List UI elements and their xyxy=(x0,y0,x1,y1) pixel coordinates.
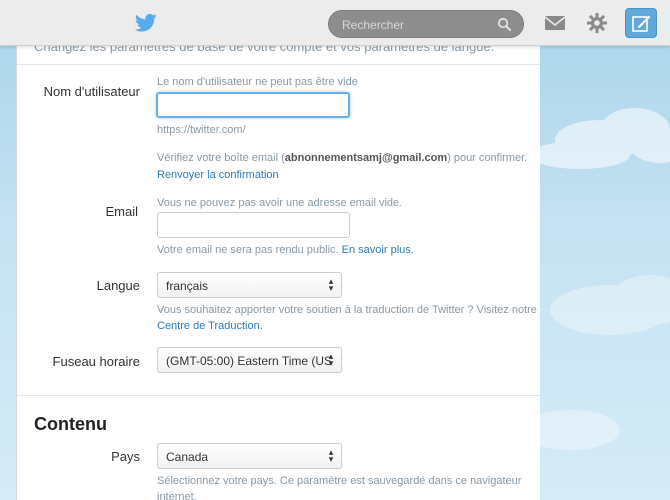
settings-gear-icon[interactable] xyxy=(586,12,608,34)
username-error: Le nom d'utilisateur ne peut pas être vi… xyxy=(157,76,358,88)
email-label: Email xyxy=(105,204,138,219)
country-help-text: Sélectionnez votre pays. Ce paramètre es… xyxy=(157,475,522,487)
search-box[interactable]: Rechercher xyxy=(328,10,524,38)
translation-help-text: Vous souhaitez apporter votre soutien à … xyxy=(157,304,537,316)
learn-more-link[interactable]: En savoir plus. xyxy=(342,244,414,256)
top-navigation-bar: Rechercher xyxy=(0,0,670,46)
search-icon[interactable] xyxy=(497,17,512,32)
divider xyxy=(17,395,541,396)
country-help-text-2: internet. xyxy=(157,491,197,500)
search-placeholder: Rechercher xyxy=(342,18,405,32)
compose-pen-icon xyxy=(632,15,651,32)
resend-confirmation-link[interactable]: Renvoyer la confirmation xyxy=(157,167,279,184)
timezone-label: Fuseau horaire xyxy=(52,354,140,369)
language-label: Langue xyxy=(96,278,140,293)
content-section-title: Contenu xyxy=(34,414,107,434)
email-input[interactable] xyxy=(157,212,350,238)
language-select[interactable]: français ▴ ▾ xyxy=(157,272,342,298)
divider xyxy=(17,64,541,65)
username-label: Nom d'utilisateur xyxy=(43,84,140,99)
country-select[interactable]: Canada ▴ ▾ xyxy=(157,443,342,469)
settings-panel: Changez les paramètres de base de votre … xyxy=(16,30,541,500)
username-url-hint: https://twitter.com/ xyxy=(157,124,246,136)
compose-tweet-button[interactable] xyxy=(625,8,657,38)
messages-envelope-icon[interactable] xyxy=(544,14,566,32)
email-privacy-note: Votre email ne sera pas rendu public. En… xyxy=(157,244,414,256)
twitter-bird-icon[interactable] xyxy=(135,13,157,33)
username-input[interactable] xyxy=(156,92,350,118)
select-arrows-icon: ▴ ▾ xyxy=(328,351,334,368)
verify-email-message: Vérifiez votre boîte email (abnonnements… xyxy=(157,152,528,164)
select-arrows-icon: ▴ ▾ xyxy=(328,276,334,293)
translation-center-link[interactable]: Centre de Traduction. xyxy=(157,318,263,335)
timezone-select[interactable]: (GMT-05:00) Eastern Time (US ▴ ▾ xyxy=(157,347,342,373)
email-error: Vous ne pouvez pas avoir une adresse ema… xyxy=(157,197,403,209)
cloud-background xyxy=(540,108,670,450)
select-arrows-icon: ▴ ▾ xyxy=(328,447,334,464)
country-label: Pays xyxy=(111,449,140,464)
